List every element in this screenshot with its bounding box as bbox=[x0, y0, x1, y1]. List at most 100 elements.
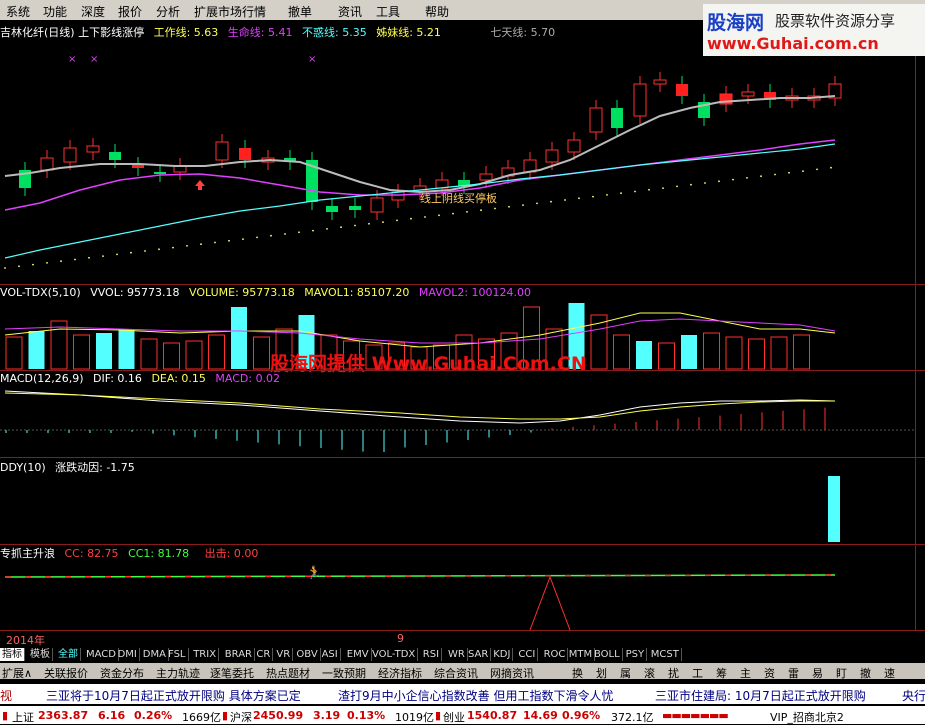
kline-panel[interactable]: 吉林化纤(日线) 上下影线涨停 工作线: 5.63 生命线: 5.41 不惑线:… bbox=[0, 20, 915, 284]
quick-tab-3[interactable]: 滚 bbox=[644, 665, 655, 681]
sz-amount: 1019亿 bbox=[395, 711, 434, 724]
volume-bar bbox=[703, 332, 720, 370]
quick-tab-10[interactable]: 易 bbox=[812, 665, 823, 681]
quick-tab-9[interactable]: 雷 bbox=[788, 665, 799, 681]
candle bbox=[567, 139, 581, 153]
tab-related-quote[interactable]: 关联报价 bbox=[44, 665, 88, 681]
candle bbox=[611, 108, 623, 128]
news-item-2[interactable]: 渣打9月中小企信心指数改善 但用工指数下滑令人忧 bbox=[338, 687, 613, 704]
indicator-tab-9[interactable]: CR bbox=[254, 648, 274, 661]
indicator-tab-7[interactable]: TRIX bbox=[191, 648, 220, 661]
news-item-3[interactable]: 三亚市住建局: 10月7日起正式放开限购 bbox=[655, 687, 866, 704]
indicator-tab-12[interactable]: ASI bbox=[320, 648, 341, 661]
cy-arrow-icon: ▮ bbox=[435, 709, 442, 722]
candle bbox=[132, 165, 144, 168]
zhushengliang-panel[interactable]: 专抓主升浪 CC: 82.75 CC1: 81.78 出击: 0.00 🏃 bbox=[0, 545, 915, 630]
indicator-tab-3[interactable]: MACD bbox=[84, 648, 119, 661]
menu-cancel[interactable]: 撤单 bbox=[288, 3, 312, 20]
ddy-panel[interactable]: DDY(10) 涨跌动因: -1.75 bbox=[0, 458, 915, 544]
menu-analysis[interactable]: 分析 bbox=[156, 3, 180, 20]
candle bbox=[63, 147, 77, 163]
menu-system[interactable]: 系统 bbox=[6, 3, 30, 20]
tab-main-track[interactable]: 主力轨迹 bbox=[156, 665, 200, 681]
news-item-0[interactable]: 视 bbox=[0, 687, 12, 704]
indicator-tab-20[interactable]: ROC bbox=[542, 648, 569, 661]
indicator-tab-15[interactable]: RSI bbox=[421, 648, 443, 661]
extension-tabs: 扩展∧ 关联报价 资金分布 主力轨迹 逐笔委托 热点题材 一致预期 经济指标 综… bbox=[0, 663, 925, 681]
indicator-tab-22[interactable]: BOLL bbox=[592, 648, 623, 661]
tab-fund-dist[interactable]: 资金分布 bbox=[100, 665, 144, 681]
quick-tab-8[interactable]: 资 bbox=[764, 665, 775, 681]
quick-tab-7[interactable]: 主 bbox=[740, 665, 751, 681]
sh-amount: 1669亿 bbox=[182, 711, 221, 724]
news-ticker: 视 三亚将于10月7日起正式放开限购 具体方案已定 渣打9月中小企信心指数改善 … bbox=[0, 684, 925, 704]
sh-change: 6.16 bbox=[98, 709, 126, 722]
menu-depth[interactable]: 深度 bbox=[81, 3, 105, 20]
kline-chart: 线上阴线买停板 × × × bbox=[4, 54, 842, 269]
indicator-tab-24[interactable]: MCST bbox=[649, 648, 682, 661]
tab-ext[interactable]: 扩展∧ bbox=[2, 665, 32, 681]
menu-tools[interactable]: 工具 bbox=[376, 3, 400, 20]
menu-quote[interactable]: 报价 bbox=[118, 3, 142, 20]
indicator-tab-19[interactable]: CCI bbox=[516, 648, 539, 661]
quick-tab-5[interactable]: 工 bbox=[692, 665, 703, 681]
menu-news[interactable]: 资讯 bbox=[338, 3, 362, 20]
volume-bar bbox=[50, 320, 68, 370]
sh-label: 上证 bbox=[12, 711, 34, 724]
tab-consensus[interactable]: 一致预期 bbox=[322, 665, 366, 681]
tab-tick-order[interactable]: 逐笔委托 bbox=[210, 665, 254, 681]
cy-percent: 0.96% bbox=[562, 709, 601, 722]
indicator-tab-2[interactable]: 全部 bbox=[56, 648, 81, 661]
sh-percent: 0.26% bbox=[134, 709, 173, 722]
sz-percent: 0.13% bbox=[347, 709, 386, 722]
indicator-tab-16[interactable]: WR bbox=[446, 648, 468, 661]
tab-general-news[interactable]: 综合资讯 bbox=[434, 665, 478, 681]
candle bbox=[239, 148, 251, 160]
quick-tab-6[interactable]: 筹 bbox=[716, 665, 727, 681]
quick-tab-4[interactable]: 扰 bbox=[668, 665, 679, 681]
indicator-tab-14[interactable]: VOL-TDX bbox=[370, 648, 419, 661]
broker-name[interactable]: VIP_招商北京2 bbox=[770, 709, 844, 725]
menu-help[interactable]: 帮助 bbox=[425, 3, 449, 20]
indicator-tab-0[interactable]: 指标 bbox=[0, 648, 25, 661]
news-item-4[interactable]: 央行 bbox=[902, 687, 925, 704]
cy-label: 创业 bbox=[443, 711, 465, 724]
volume-bar bbox=[118, 329, 135, 369]
news-item-1[interactable]: 三亚将于10月7日起正式放开限购 具体方案已定 bbox=[46, 687, 301, 704]
candle bbox=[589, 107, 603, 133]
indicator-tab-8[interactable]: BRAR bbox=[223, 648, 255, 661]
volume-bar bbox=[725, 336, 743, 370]
tab-hot-topic[interactable]: 热点题材 bbox=[266, 665, 310, 681]
indicator-tab-6[interactable]: FSL bbox=[166, 648, 189, 661]
indicator-tab-11[interactable]: OBV bbox=[294, 648, 321, 661]
quick-tab-0[interactable]: 换 bbox=[572, 665, 583, 681]
candle bbox=[40, 157, 54, 171]
volume-bar bbox=[658, 342, 675, 370]
indicator-tab-18[interactable]: KDJ bbox=[491, 648, 514, 661]
quick-tab-1[interactable]: 划 bbox=[596, 665, 607, 681]
indicator-tab-4[interactable]: DMI bbox=[116, 648, 140, 661]
date-year: 2014年 bbox=[6, 634, 45, 647]
indicator-tab-10[interactable]: VR bbox=[274, 648, 294, 661]
sz-label: 沪深 bbox=[230, 711, 252, 724]
indicator-tab-13[interactable]: EMV bbox=[345, 648, 372, 661]
indicator-tab-23[interactable]: PSY bbox=[624, 648, 648, 661]
menu-function[interactable]: 功能 bbox=[43, 3, 67, 20]
quick-tab-12[interactable]: 撤 bbox=[860, 665, 871, 681]
candle bbox=[545, 149, 559, 163]
tab-economy[interactable]: 经济指标 bbox=[378, 665, 422, 681]
status-bar: ▮ 上证 2363.87 6.16 0.26% 1669亿 ▮ 沪深 2450.… bbox=[0, 706, 925, 724]
macd-panel[interactable]: MACD(12,26,9) DIF: 0.16 DEA: 0.15 MACD: … bbox=[0, 371, 915, 457]
menu-ext-market[interactable]: 扩展市场行情 bbox=[194, 3, 266, 20]
tab-digest-news[interactable]: 网摘资讯 bbox=[490, 665, 534, 681]
sz-change: 3.19 bbox=[313, 709, 341, 722]
indicator-tab-21[interactable]: MTM bbox=[567, 648, 596, 661]
indicator-tab-17[interactable]: SAR bbox=[466, 648, 492, 661]
indicator-tab-5[interactable]: DMA bbox=[141, 648, 169, 661]
sh-arrow-icon: ▮ bbox=[2, 709, 9, 722]
quick-tab-2[interactable]: 属 bbox=[620, 665, 631, 681]
quick-tab-11[interactable]: 盯 bbox=[836, 665, 847, 681]
candle bbox=[349, 206, 361, 210]
quick-tab-13[interactable]: 速 bbox=[884, 665, 895, 681]
indicator-tab-1[interactable]: 模板 bbox=[28, 648, 53, 661]
